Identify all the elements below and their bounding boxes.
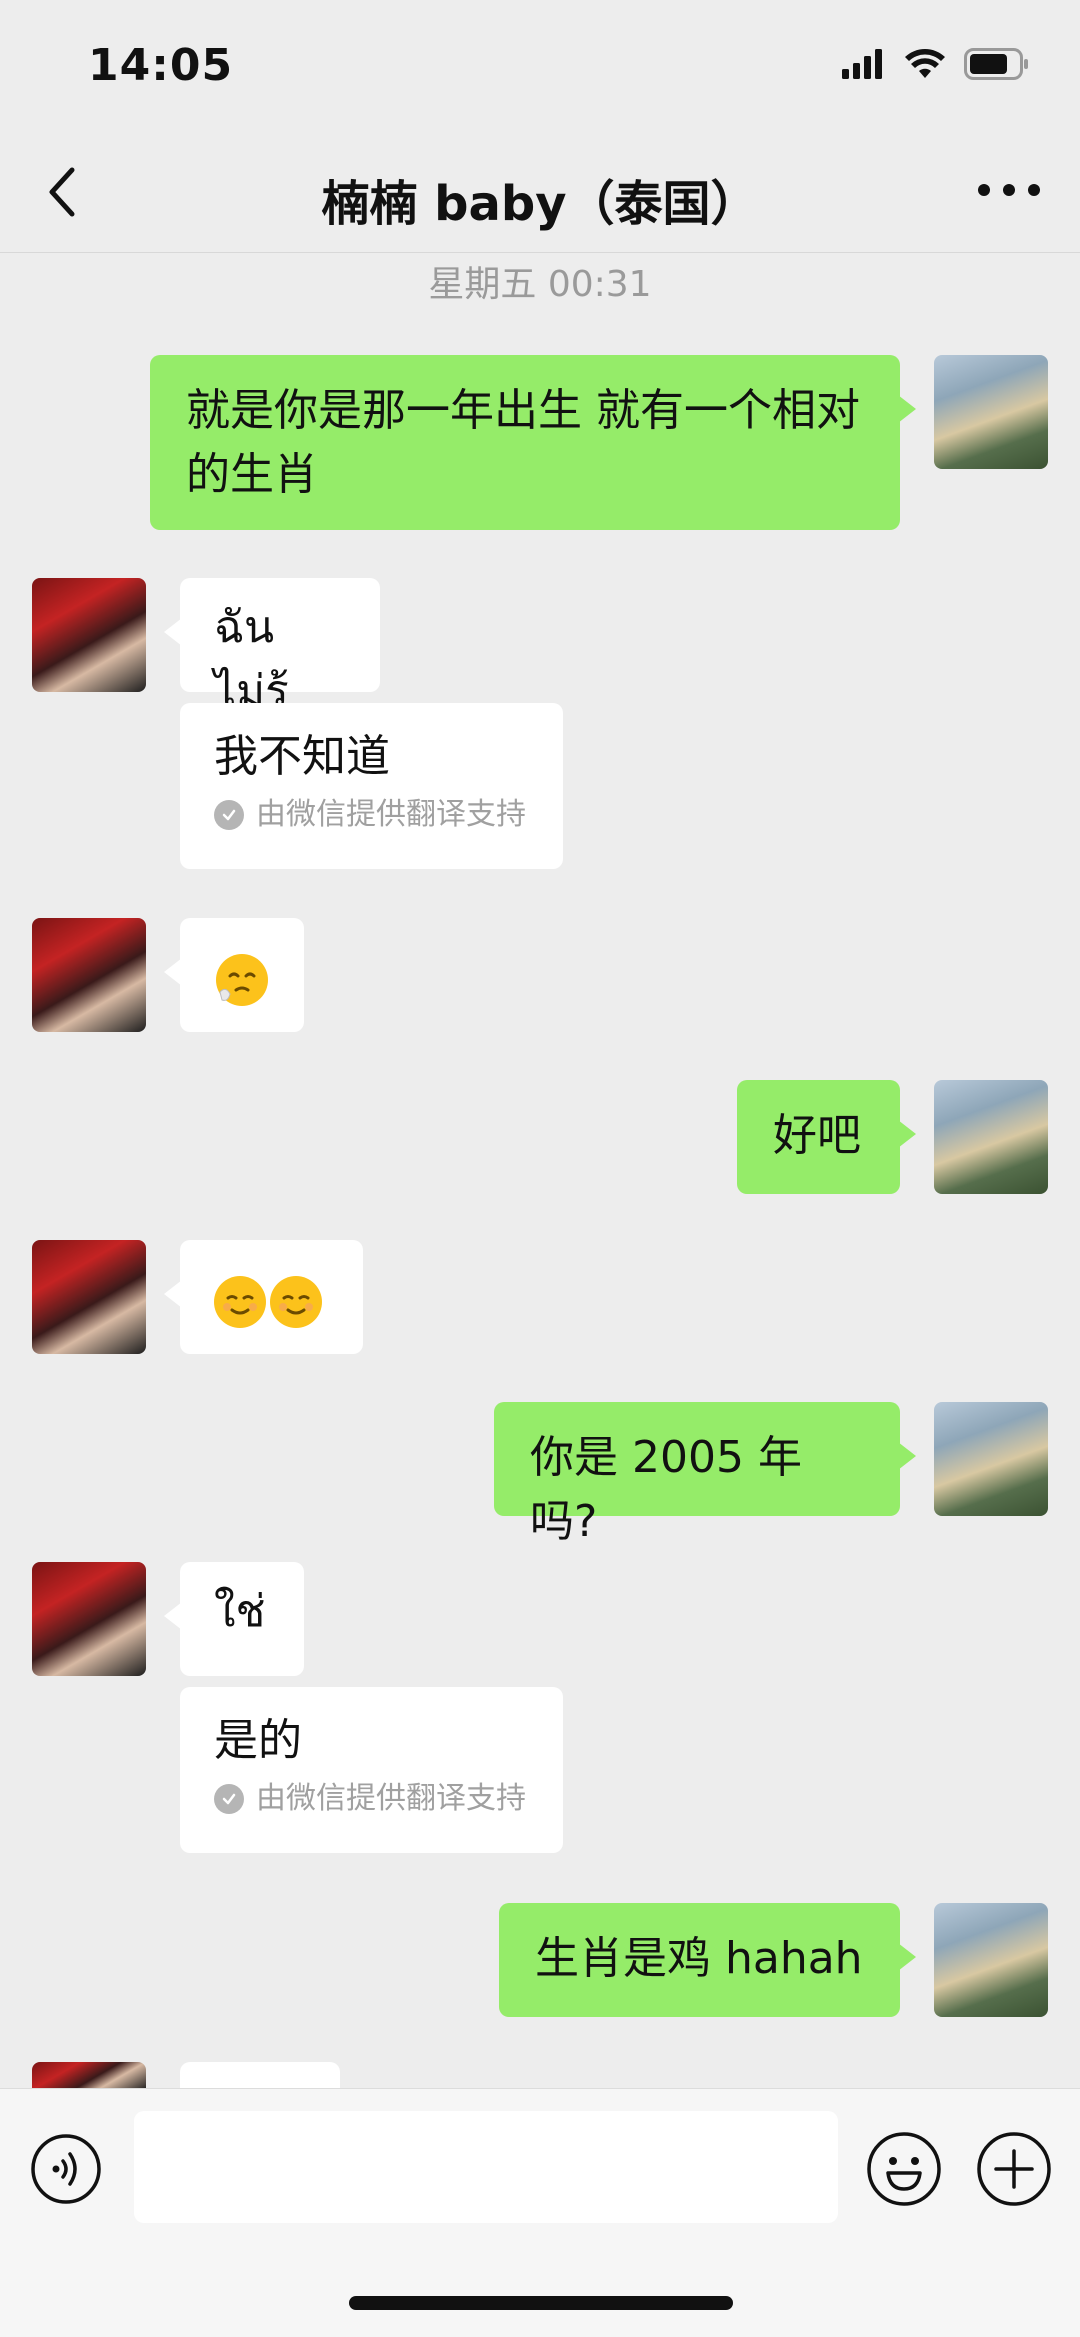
self-avatar[interactable]	[934, 1903, 1048, 2017]
message-text: 好吧	[773, 1110, 861, 1161]
self-avatar[interactable]	[934, 1080, 1048, 1194]
message-input[interactable]	[134, 2111, 838, 2223]
self-message-bubble[interactable]: 好吧	[737, 1080, 916, 1194]
more-dots-icon[interactable]	[974, 170, 1044, 210]
wifi-icon	[905, 49, 945, 78]
status-bar: 14:05	[0, 0, 1080, 130]
smiling-face-emoji	[270, 1276, 322, 1328]
contact-message-bubble[interactable]: ใช่	[164, 1562, 304, 1676]
contact-emoji-bubble[interactable]	[164, 1240, 363, 1354]
status-time: 14:05	[88, 40, 234, 91]
contact-message-bubble[interactable]	[180, 2062, 340, 2090]
emoji-icon[interactable]	[866, 2131, 942, 2207]
chat-screen: 14:05 楠楠 baby（泰国） 星期五 00:31 就是你是那一年出生 就有…	[0, 0, 1080, 2337]
contact-emoji-bubble[interactable]	[164, 918, 304, 1032]
contact-avatar[interactable]	[32, 918, 146, 1032]
translation-text: 是的	[214, 1715, 302, 1766]
nav-bar: 楠楠 baby（泰国）	[0, 130, 1080, 253]
message-text: ใช่	[214, 1586, 266, 1637]
translation-note: 由微信提供翻译支持	[214, 795, 529, 835]
self-avatar[interactable]	[934, 355, 1048, 469]
self-avatar[interactable]	[934, 1402, 1048, 1516]
translation-text: 我不知道	[214, 731, 390, 782]
message-text: ฉันไม่รู้	[214, 602, 289, 717]
message-text: 你是 2005 年吗?	[530, 1432, 802, 1547]
contact-avatar[interactable]	[32, 1562, 146, 1676]
translation-note: 由微信提供翻译支持	[214, 1779, 529, 1819]
contact-avatar[interactable]	[32, 1240, 146, 1354]
contact-avatar[interactable]	[32, 2062, 146, 2090]
check-circle-icon	[214, 800, 244, 830]
status-icons	[842, 48, 1030, 80]
plus-icon[interactable]	[976, 2131, 1052, 2207]
translation-note-text: 由微信提供翻译支持	[256, 797, 526, 832]
smiling-face-emoji	[214, 1276, 266, 1328]
signal-icon	[842, 49, 882, 79]
translation-bubble[interactable]: 是的 由微信提供翻译支持	[180, 1687, 563, 1853]
translation-bubble[interactable]: 我不知道 由微信提供翻译支持	[180, 703, 563, 869]
message-text: 就是你是那一年出生 就有一个相对的生肖	[186, 385, 860, 500]
self-message-bubble[interactable]: 生肖是鸡 hahah	[499, 1903, 916, 2017]
contact-message-bubble[interactable]: ฉันไม่รู้	[164, 578, 380, 717]
self-message-bubble[interactable]: 就是你是那一年出生 就有一个相对的生肖	[150, 355, 916, 530]
self-message-bubble[interactable]: 你是 2005 年吗?	[494, 1402, 916, 1547]
home-indicator[interactable]	[349, 2296, 733, 2310]
battery-icon	[964, 48, 1028, 80]
contact-avatar[interactable]	[32, 578, 146, 692]
message-timestamp: 星期五 00:31	[428, 264, 652, 305]
message-text: 生肖是鸡 hahah	[535, 1933, 863, 1984]
relieved-face-emoji	[216, 954, 268, 1006]
translation-note-text: 由微信提供翻译支持	[256, 1781, 526, 1816]
check-circle-icon	[214, 1784, 244, 1814]
voice-icon[interactable]	[30, 2133, 102, 2205]
chat-title: 楠楠 baby（泰国）	[321, 176, 759, 232]
